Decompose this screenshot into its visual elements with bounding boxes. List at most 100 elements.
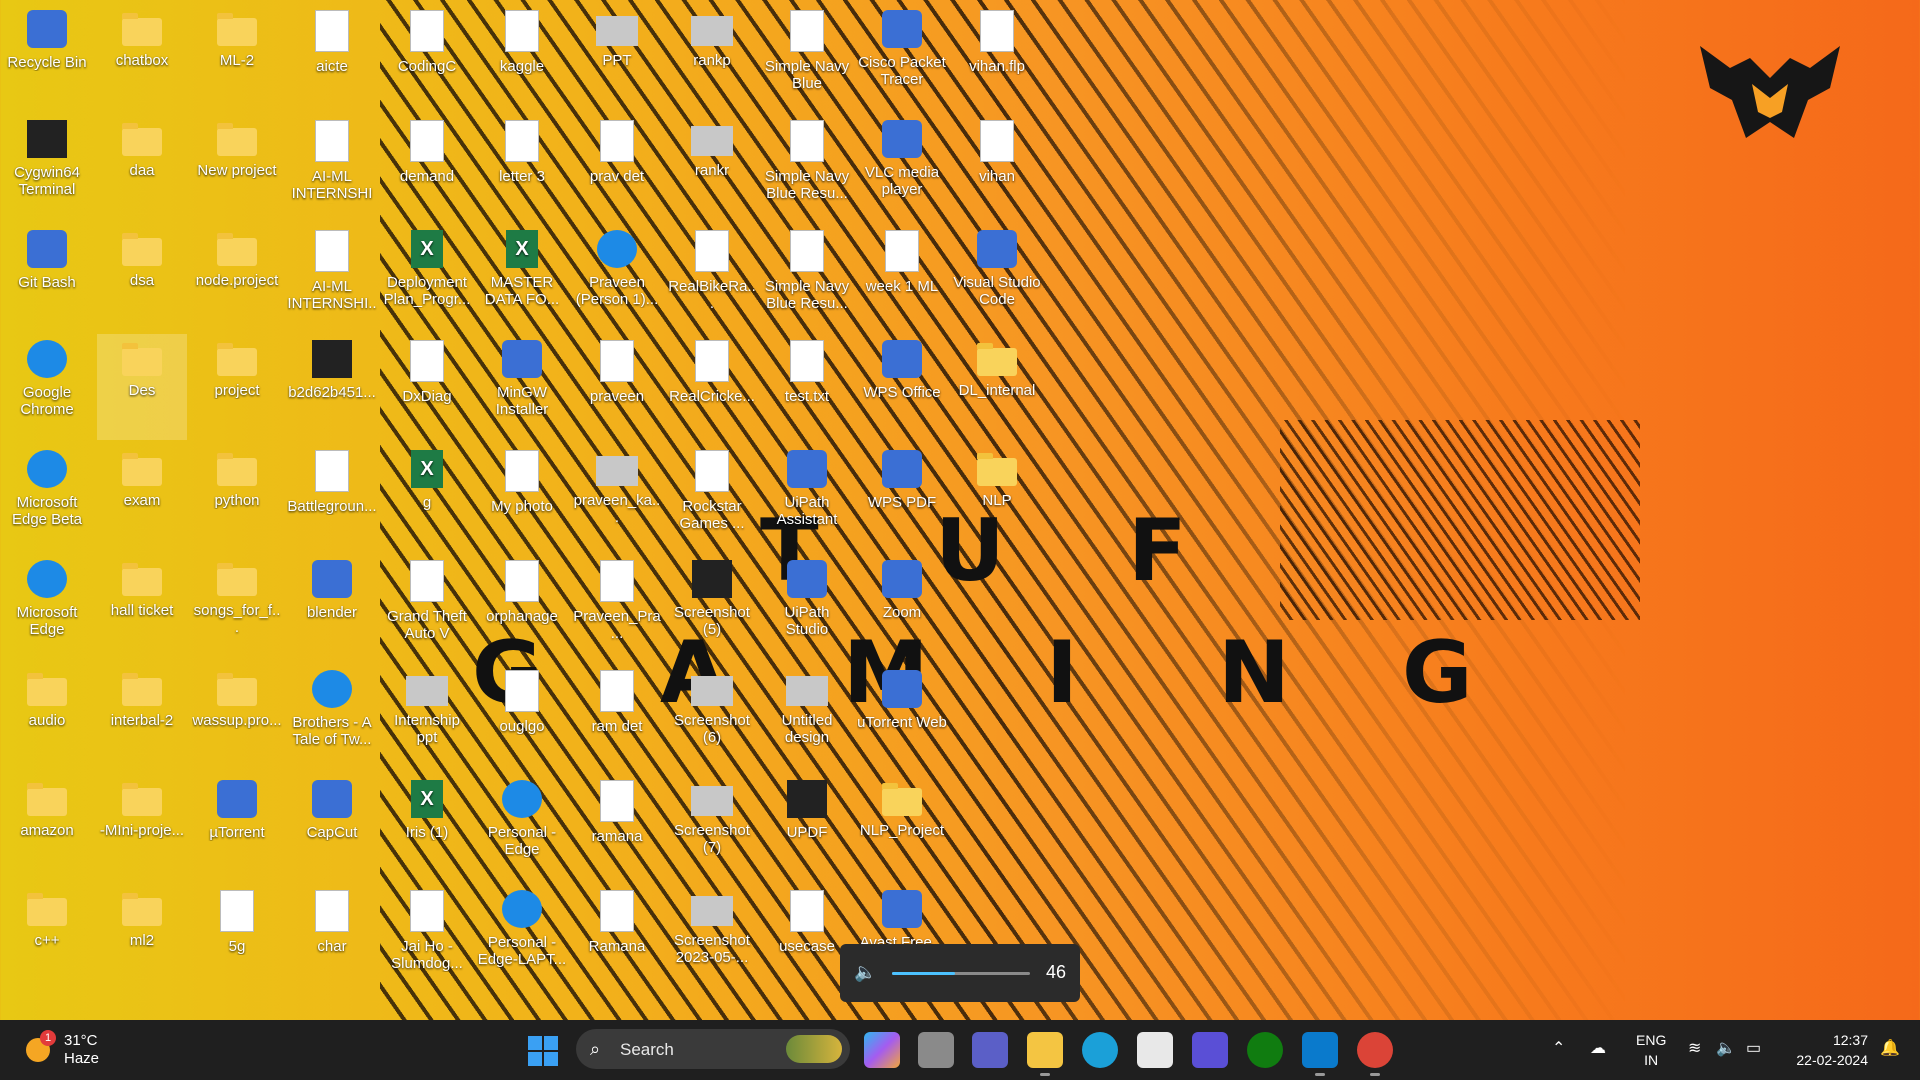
desktop-icon[interactable]: Screenshot (6) [667,664,757,770]
task-view-icon[interactable] [918,1032,954,1068]
desktop-icon[interactable]: Cygwin64 Terminal [2,114,92,220]
taskbar-search[interactable]: ⌕ Search [576,1029,850,1069]
vscode-icon[interactable] [1302,1032,1338,1076]
desktop-icon[interactable]: Internship ppt [382,664,472,770]
weather-widget[interactable]: 1 31°C Haze [20,1030,120,1070]
speaker-icon[interactable]: 🔈 [854,962,876,983]
desktop-icon[interactable]: prav det [572,114,662,220]
volume-flyout[interactable]: 🔈 46 [840,944,1080,1002]
desktop-icon[interactable]: Visual Studio Code [952,224,1042,330]
desktop-icon[interactable]: c++ [2,884,92,990]
desktop-icon[interactable]: New project [192,114,282,220]
volume-slider[interactable] [892,972,1030,975]
desktop-icon[interactable]: NLP [952,444,1042,550]
battery-icon[interactable]: ▭ [1746,1038,1761,1058]
onedrive-icon[interactable]: ☁ [1590,1038,1606,1058]
desktop-icon[interactable]: aicte [287,4,377,110]
desktop-icon[interactable]: exam [97,444,187,550]
teams-icon[interactable] [972,1032,1008,1068]
desktop-icon[interactable]: -MIni-proje... [97,774,187,880]
desktop-icon[interactable]: Battlegroun... [287,444,377,550]
desktop-icon[interactable]: Cisco Packet Tracer [857,4,947,110]
desktop-icon[interactable]: Screenshot (5) [667,554,757,660]
desktop-icon[interactable]: letter 3 [477,114,567,220]
desktop-icon[interactable]: Des [97,334,187,440]
notification-bell-icon[interactable]: 🔔 [1880,1038,1900,1058]
desktop-icon[interactable]: chatbox [97,4,187,110]
desktop-icon[interactable]: 5g [192,884,282,990]
desktop-icon[interactable]: Brothers - A Tale of Tw... [287,664,377,770]
wifi-icon[interactable]: ≋ [1688,1038,1701,1058]
desktop-icon[interactable]: Praveen (Person 1)... [572,224,662,330]
desktop-icon[interactable]: CapCut [287,774,377,880]
desktop-icon[interactable]: My photo [477,444,567,550]
desktop-icon[interactable]: Personal - Edge-LAPT... [477,884,567,990]
desktop-icon[interactable]: wassup.pro... [192,664,282,770]
desktop-icon[interactable]: Microsoft Edge Beta [2,444,92,550]
desktop-icon[interactable]: VLC media player [857,114,947,220]
desktop-icon[interactable]: rankp [667,4,757,110]
desktop-icon[interactable]: AI-ML INTERNSHI... [287,224,377,330]
desktop-icon[interactable]: X Iris (1) [382,774,472,880]
start-button[interactable] [528,1036,558,1066]
desktop-icon[interactable]: AI-ML INTERNSHIP [287,114,377,220]
desktop-icon[interactable]: WPS Office [857,334,947,440]
desktop-icon[interactable]: char [287,884,377,990]
desktop-icon[interactable]: CodingC [382,4,472,110]
file-explorer-icon[interactable] [1027,1032,1063,1076]
desktop-icon[interactable]: uTorrent Web [857,664,947,770]
desktop-icon[interactable]: Screenshot 2023-05-... [667,884,757,990]
desktop-icon[interactable]: Simple Navy Blue Resu... [762,224,852,330]
desktop-icon[interactable]: UPDF [762,774,852,880]
desktop-icon[interactable]: amazon [2,774,92,880]
desktop-icon[interactable]: Google Chrome [2,334,92,440]
desktop-icon[interactable]: praveen_ka... [572,444,662,550]
desktop-icon[interactable]: Simple Navy Blue Resume [762,4,852,110]
microsoft-store-icon[interactable] [1137,1032,1173,1068]
desktop-icon[interactable]: Xg [382,444,472,550]
clock[interactable]: 12:37 22-02-2024 [1776,1030,1868,1070]
desktop-icon[interactable]: UiPath Studio [762,554,852,660]
desktop-icon[interactable]: Jai Ho - Slumdog... [382,884,472,990]
pen-app-icon[interactable] [1192,1032,1228,1068]
desktop-icon[interactable]: orphanage [477,554,567,660]
desktop-icon[interactable]: NLP_Project [857,774,947,880]
desktop-icon[interactable]: daa [97,114,187,220]
desktop-icon[interactable]: UiPath Assistant [762,444,852,550]
desktop-icon[interactable]: Untitled design [762,664,852,770]
desktop-icon[interactable]: ouglgo [477,664,567,770]
desktop-icon[interactable]: blender [287,554,377,660]
desktop-icon[interactable]: ramana [572,774,662,880]
desktop-icon[interactable]: vihan [952,114,1042,220]
desktop-icon[interactable]: node.project [192,224,282,330]
desktop-icon[interactable]: MinGW Installer [477,334,567,440]
volume-icon[interactable]: 🔈 [1716,1038,1736,1058]
copilot-icon[interactable] [864,1032,900,1068]
desktop-icon[interactable]: test.txt [762,334,852,440]
desktop-icon[interactable]: hall ticket [97,554,187,660]
desktop-icon[interactable]: ram det [572,664,662,770]
desktop-icon[interactable]: Microsoft Edge [2,554,92,660]
desktop-icon[interactable]: Ramana [572,884,662,990]
desktop-icon[interactable]: songs_for_f... [192,554,282,660]
desktop-icon[interactable]: week 1 ML [857,224,947,330]
desktop-icon[interactable]: python [192,444,282,550]
desktop-icon[interactable]: rankr [667,114,757,220]
chrome-icon[interactable] [1357,1032,1393,1076]
desktop-icon[interactable]: praveen [572,334,662,440]
desktop-icon[interactable]: usecase [762,884,852,990]
desktop-icon[interactable]: X MASTER DATA FO... [477,224,567,330]
desktop-icon[interactable]: ml2 [97,884,187,990]
desktop-icon[interactable]: b2d62b451... [287,334,377,440]
desktop-icon[interactable]: µTorrent [192,774,282,880]
desktop-icon[interactable]: vihan.flp [952,4,1042,110]
desktop-icon[interactable]: Git Bash [2,224,92,330]
desktop-icon[interactable]: Zoom [857,554,947,660]
desktop-icon[interactable]: RealCricke... [667,334,757,440]
desktop-icon[interactable]: DL_internal [952,334,1042,440]
desktop-icon[interactable]: Screenshot (7) [667,774,757,880]
desktop-icon[interactable]: WPS PDF [857,444,947,550]
desktop-icon[interactable]: dsa [97,224,187,330]
desktop-icon[interactable]: Praveen_Pra... [572,554,662,660]
language-indicator[interactable]: ENG IN [1636,1030,1666,1070]
